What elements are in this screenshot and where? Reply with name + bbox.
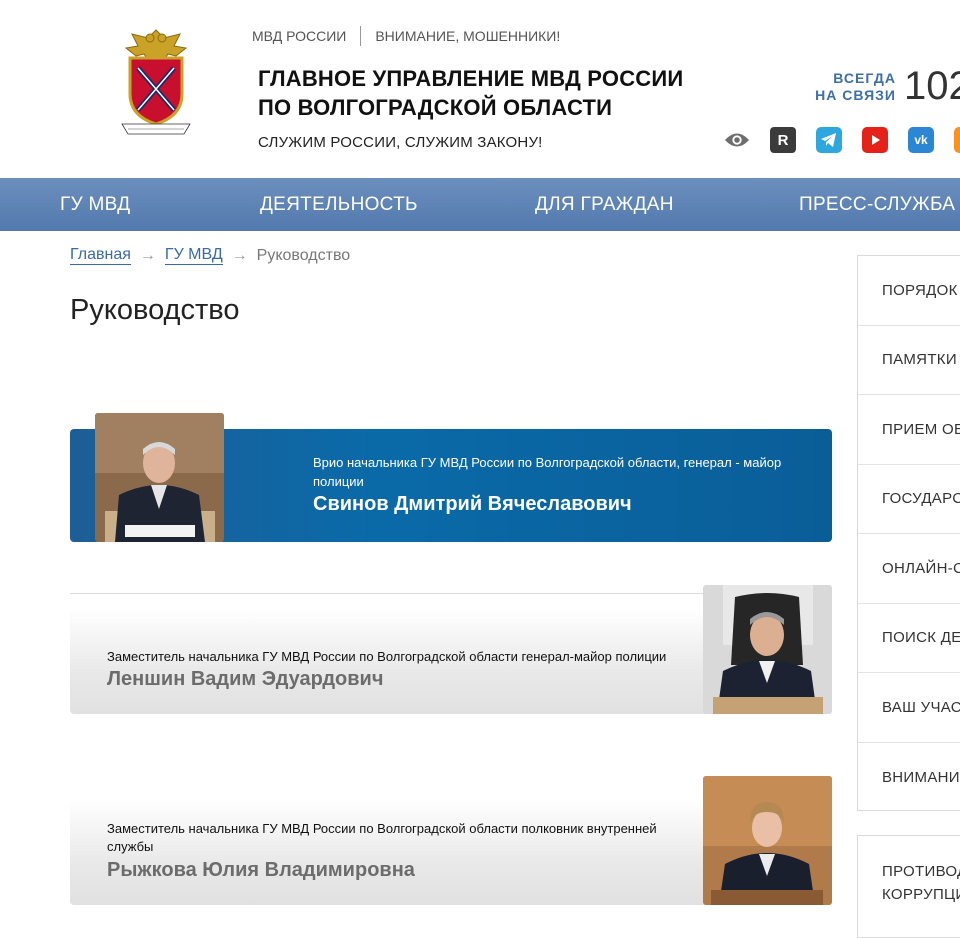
nav-activity[interactable]: ДЕЯТЕЛЬНОСТЬ <box>260 178 418 231</box>
breadcrumb-gu-mvd[interactable]: ГУ МВД <box>164 246 223 265</box>
youtube-icon[interactable] <box>862 127 888 153</box>
sidebar-item-search[interactable]: ПОИСК ДЕ <box>858 604 960 673</box>
site-header: МВД РОССИИ ВНИМАНИЕ, МОШЕННИКИ! ГЛАВНОЕ … <box>0 0 960 178</box>
always-in-touch: ВСЕГДА НА СВЯЗИ <box>806 70 896 104</box>
sidebar-item-online[interactable]: ОНЛАЙН-С <box>858 534 960 604</box>
sidebar-item-attention[interactable]: ВНИМАНИ <box>858 743 960 811</box>
nav-for-citizens[interactable]: ДЛЯ ГРАЖДАН <box>535 178 674 231</box>
site-title[interactable]: ГЛАВНОЕ УПРАВЛЕНИЕ МВД РОССИИ ПО ВОЛГОГР… <box>258 64 683 122</box>
divider <box>70 593 703 594</box>
site-title-line1: ГЛАВНОЕ УПРАВЛЕНИЕ МВД РОССИИ <box>258 66 684 91</box>
breadcrumb-arrow: → <box>231 246 248 264</box>
nav-gu-mvd[interactable]: ГУ МВД <box>60 178 130 231</box>
vk-label: vk <box>914 133 928 147</box>
social-icons: R vk <box>724 127 960 153</box>
top-link-fraud-warning[interactable]: ВНИМАНИЕ, МОШЕННИКИ! <box>375 28 560 44</box>
right-sidebar-menu: ПОРЯДОК ПАМЯТКИ ПРИЕМ ОБ ГОСУДАРСТ ОНЛАЙ… <box>857 255 960 811</box>
ok-icon[interactable] <box>954 127 960 153</box>
leader-name[interactable]: Свинов Дмитрий Вячеславович <box>313 493 632 516</box>
leader-name[interactable]: Леншин Вадим Эдуардович <box>107 668 383 691</box>
sidebar-item-reception[interactable]: ПРИЕМ ОБ <box>858 395 960 465</box>
mvd-emblem-icon[interactable] <box>118 24 194 136</box>
page-title: Руководство <box>70 294 240 326</box>
eye-icon[interactable] <box>724 127 750 153</box>
sidebar-item-state-services[interactable]: ГОСУДАРСТ <box>858 465 960 534</box>
breadcrumb-current: Руководство <box>256 246 351 264</box>
sidebar-item-procedure[interactable]: ПОРЯДОК <box>858 256 960 326</box>
leader-position: Заместитель начальника ГУ МВД России по … <box>107 649 667 664</box>
anti-corruption-label: ПРОТИВОД КОРРУПЦИ <box>882 863 960 903</box>
telegram-icon[interactable] <box>816 127 842 153</box>
leader-photo[interactable] <box>95 413 224 542</box>
rutube-icon[interactable]: R <box>770 127 796 153</box>
anti-corruption-box[interactable]: ПРОТИВОД КОРРУПЦИ <box>857 835 960 938</box>
sidebar-item-memos[interactable]: ПАМЯТКИ <box>858 326 960 395</box>
leader-photo[interactable] <box>703 776 832 905</box>
breadcrumb-arrow: → <box>139 246 156 264</box>
leader-position: Заместитель начальника ГУ МВД России по … <box>107 821 657 854</box>
always-line2: НА СВЯЗИ <box>815 87 896 103</box>
vk-icon[interactable]: vk <box>908 127 934 153</box>
rutube-label: R <box>777 131 789 149</box>
leader-name[interactable]: Рыжкова Юлия Владимировна <box>107 859 415 882</box>
nav-press-service[interactable]: ПРЕСС-СЛУЖБА <box>799 178 955 231</box>
main-nav: ГУ МВД ДЕЯТЕЛЬНОСТЬ ДЛЯ ГРАЖДАН ПРЕСС-СЛ… <box>0 178 960 231</box>
always-line1: ВСЕГДА <box>833 70 896 86</box>
breadcrumb: Главная → ГУ МВД → Руководство <box>70 246 350 265</box>
breadcrumb-home[interactable]: Главная <box>70 246 131 265</box>
top-links-divider <box>360 26 362 46</box>
phone-number[interactable]: 102 <box>904 64 960 109</box>
sidebar-item-your-district[interactable]: ВАШ УЧАСТ <box>858 673 960 743</box>
leader-position: Врио начальника ГУ МВД России по Волгогр… <box>313 455 782 489</box>
site-slogan: СЛУЖИМ РОССИИ, СЛУЖИМ ЗАКОНУ! <box>258 134 543 151</box>
top-links: МВД РОССИИ ВНИМАНИЕ, МОШЕННИКИ! <box>252 26 560 46</box>
site-title-line2: ПО ВОЛГОГРАДСКОЙ ОБЛАСТИ <box>258 95 613 120</box>
top-link-mvd-russia[interactable]: МВД РОССИИ <box>252 28 346 44</box>
leader-photo[interactable] <box>703 585 832 714</box>
